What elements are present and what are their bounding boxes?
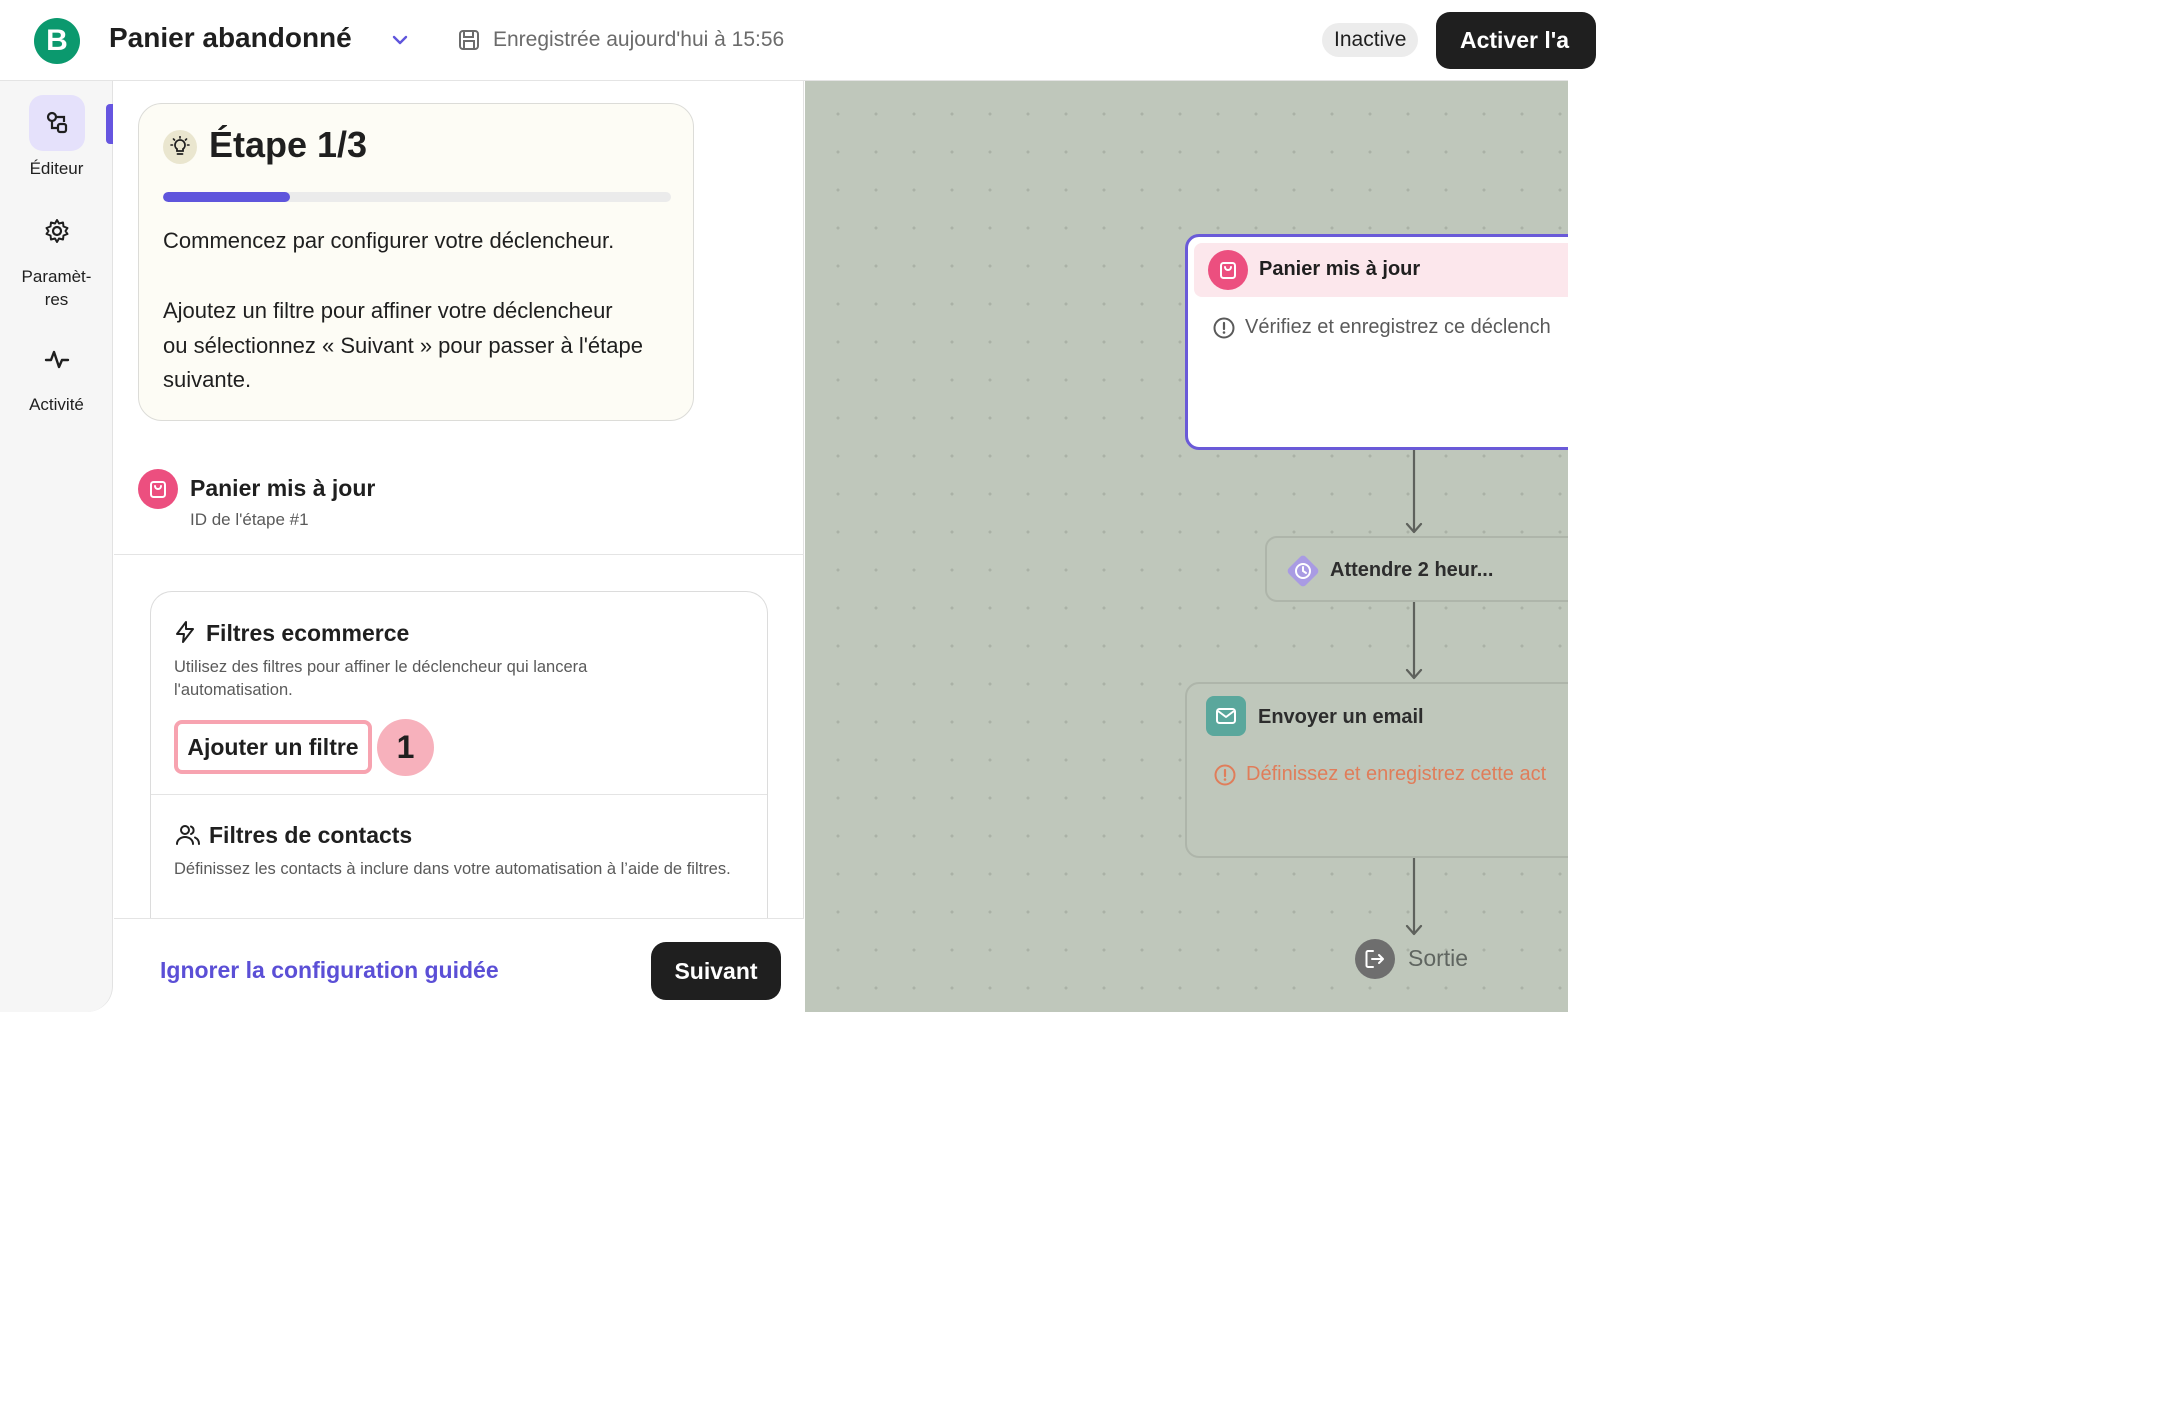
users-icon [176,825,200,845]
rail-label-settings: Paramèt- res [21,267,92,309]
clock-icon [1287,555,1319,587]
connector-arrow [1405,858,1423,936]
add-filter-button[interactable]: Ajouter un filtre [174,720,372,774]
brand-logo[interactable]: B [34,18,80,64]
mail-icon [1206,696,1246,736]
ecommerce-filters-desc: Utilisez des filtres pour affiner le déc… [174,658,588,699]
editor-icon [46,111,67,134]
alert-circle-icon [1214,764,1236,786]
trigger-node-warning: Vérifiez et enregistrez ce déclench [1245,316,1551,338]
lightbulb-icon [163,130,197,164]
rail-label-editor: Éditeur [29,159,84,178]
activate-button[interactable]: Activer l'a [1436,12,1596,69]
connector-arrow [1405,450,1423,534]
guide-text-secondary: Ajoutez un filtre pour affiner votre déc… [163,298,643,392]
contact-filters-desc: Définissez les contacts à inclure dans v… [174,860,731,878]
rail-label-activity: Activité [29,395,84,414]
progress-bar [163,192,671,202]
save-icon [459,30,479,50]
activity-icon [44,350,69,369]
wait-node[interactable]: Attendre 2 heur... [1265,536,1568,602]
trigger-node[interactable]: Panier mis à jour Vérifiez et enregistre… [1185,234,1568,450]
top-bar: B Panier abandonné Enregistrée aujourd'h… [0,0,1596,81]
chevron-down-icon[interactable] [390,30,410,50]
rail-item-activity[interactable]: Activité [0,331,113,416]
rail-item-editor[interactable]: Éditeur [0,95,113,180]
ecommerce-filters-title: Filtres ecommerce [206,620,410,646]
exit-icon [1355,939,1395,979]
trigger-name: Panier mis à jour [190,475,376,501]
divider [151,794,767,795]
status-badge: Inactive [1322,23,1419,57]
connector-arrow [1405,602,1423,680]
next-button[interactable]: Suivant [651,942,781,1000]
contact-filters-title: Filtres de contacts [209,822,413,848]
workflow-canvas[interactable]: Panier mis à jour Vérifiez et enregistre… [805,81,1568,1012]
save-status: Enregistrée aujourd'hui à 15:56 [493,28,785,51]
alert-circle-icon [1213,317,1235,339]
email-node[interactable]: Envoyer un email Définissez et enregistr… [1185,682,1568,858]
shopping-bag-icon [1208,250,1248,290]
exit-label: Sortie [1408,945,1469,971]
divider [114,554,804,555]
email-node-warning: Définissez et enregistrez cette act [1246,763,1547,785]
guide-card: Étape 1/3 Commencez par configurer votre… [138,103,694,421]
rail-item-settings[interactable]: Paramèt- res [0,203,113,311]
trigger-step-id: ID de l'étape #1 [190,510,309,529]
active-indicator [106,104,113,144]
shopping-bag-icon [138,469,178,509]
guide-text-primary: Commencez par configurer votre déclenche… [163,228,615,253]
gear-icon [45,219,68,243]
panel-footer: Ignorer la configuration guidée Suivant [114,918,804,1012]
email-node-title: Envoyer un email [1258,706,1424,728]
filters-card: Filtres ecommerce Utilisez des filtres p… [150,591,768,951]
config-panel: Étape 1/3 Commencez par configurer votre… [114,81,804,1012]
automation-title[interactable]: Panier abandonné [109,22,352,54]
wait-node-title: Attendre 2 heur... [1330,559,1494,581]
lightning-icon [176,621,194,643]
step-badge: 1 [377,719,434,776]
skip-guided-setup-link[interactable]: Ignorer la configuration guidée [160,957,499,984]
side-rail: Éditeur Paramèt- res Activité [0,81,113,1012]
trigger-node-header: Panier mis à jour [1194,243,1568,297]
trigger-node-title: Panier mis à jour [1259,258,1421,280]
progress-fill [163,192,290,202]
step-title: Étape 1/3 [209,124,368,165]
